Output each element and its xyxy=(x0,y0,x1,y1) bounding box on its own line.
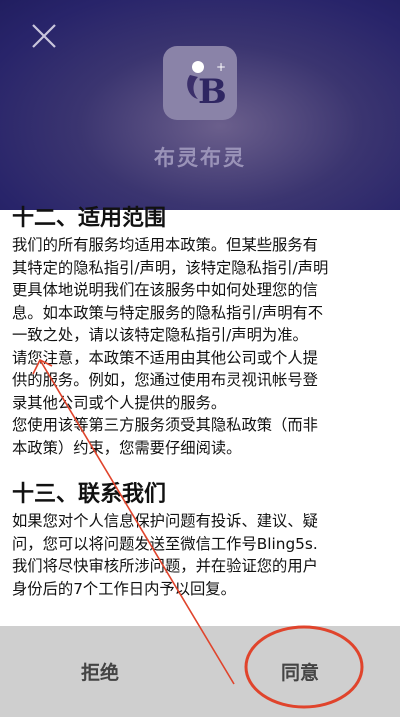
section-12-line: 其特定的隐私指引/声明，该特定隐私指引/声明 xyxy=(12,258,329,277)
close-icon[interactable] xyxy=(30,22,58,50)
section-12-line: 请您注意，本政策不适用由其他公司或个人提 xyxy=(12,348,318,367)
section-13-line: 问，您可以将问题发送至微信工作号Bling5s. xyxy=(12,534,318,553)
app-logo: B + xyxy=(163,46,237,120)
section-12-line: 我们的所有服务均适用本政策。但某些服务有 xyxy=(12,236,318,254)
header-banner: B + 布灵布灵 xyxy=(0,0,400,210)
bling-logo-icon: B + xyxy=(187,60,227,112)
section-12-title: 十二、适用范围 xyxy=(12,206,167,231)
svg-text:B: B xyxy=(198,72,227,112)
section-13-line: 身份后的7个工作日内予以回复。 xyxy=(12,579,236,598)
section-13: 十三、联系我们 如果您对个人信息保护问题有投诉、建议、疑 问，您可以将问题发送至微… xyxy=(12,480,392,600)
section-12-line: 本政策）约束，您需要仔细阅读。 xyxy=(12,438,242,457)
section-12: 十二、适用范围 我们的所有服务均适用本政策。但某些服务有 其特定的隐私指引/声明，… xyxy=(12,204,392,459)
agree-button[interactable]: 同意 xyxy=(200,626,400,717)
svg-text:+: + xyxy=(216,60,226,74)
section-12-line: 更具体地说明我们在该服务中如何处理您的信 xyxy=(12,281,318,299)
section-13-title: 十三、联系我们 xyxy=(12,482,167,507)
section-12-body: 我们的所有服务均适用本政策。但某些服务有 其特定的隐私指引/声明，该特定隐私指引/… xyxy=(12,234,392,459)
section-12-line: 您使用该等第三方服务须受其隐私政策（而非 xyxy=(12,416,318,434)
section-13-line: 我们将尽快审核所涉问题，并在验证您的用户 xyxy=(12,557,318,575)
section-12-line: 录其他公司或个人提供的服务。 xyxy=(12,393,227,412)
footer-bar: 拒绝 同意 xyxy=(0,626,400,717)
section-12-line: 息。如本政策与特定服务的隐私指引/声明有不 xyxy=(12,303,324,322)
section-13-body: 如果您对个人信息保护问题有投诉、建议、疑 问，您可以将问题发送至微信工作号Blin… xyxy=(12,510,392,600)
section-13-line: 如果您对个人信息保护问题有投诉、建议、疑 xyxy=(12,512,318,530)
reject-button[interactable]: 拒绝 xyxy=(0,626,200,717)
section-12-line: 供的服务。例如，您通过使用布灵视讯帐号登 xyxy=(12,371,318,389)
app-name: 布灵布灵 xyxy=(154,146,246,170)
section-12-line: 一致之处，请以该特定隐私指引/声明为准。 xyxy=(12,326,308,344)
